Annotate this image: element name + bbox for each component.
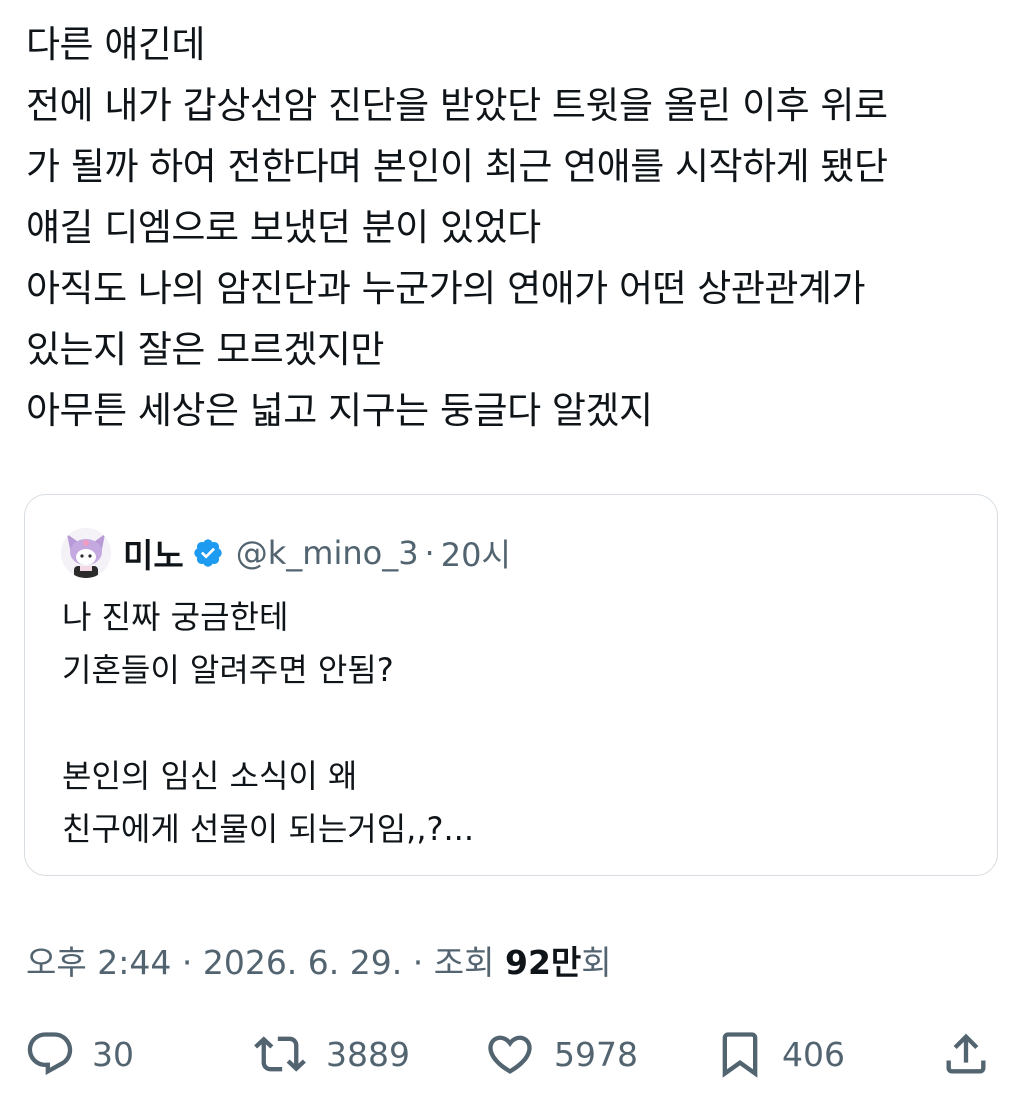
kuromi-avatar-icon[interactable]	[61, 528, 111, 578]
quoted-text-line: 나 진짜 궁금한테	[62, 598, 289, 636]
quoted-tweet-text: 나 진짜 궁금한테 기혼들이 알려주면 안됨? 본인의 임신 소식이 왜 친구에…	[62, 591, 474, 856]
quoted-author-name[interactable]: 미노	[123, 529, 184, 577]
tweet-text-line: 아무튼 세상은 넓고 지구는 둥글다 알겠지	[26, 389, 653, 432]
separator-dot: ·	[412, 943, 424, 982]
bookmark-count: 406	[782, 1034, 845, 1074]
quoted-text-line	[62, 697, 474, 750]
quoted-text-line: 기혼들이 알려주면 안됨?	[62, 651, 394, 689]
tweet-text-line: 있는지 잘은 모르겠지만	[26, 328, 384, 371]
views-count: 92만	[504, 943, 582, 982]
views-label: 조회	[433, 943, 495, 982]
reply-count: 30	[92, 1034, 134, 1074]
tweet-text-line: 얘길 디엠으로 보냈던 분이 있었다	[26, 206, 541, 249]
bookmark-icon	[722, 1032, 758, 1078]
retweet-icon	[254, 1036, 306, 1072]
tweet-text-line: 다른 얘긴데	[26, 23, 205, 66]
quoted-text-line: 친구에게 선물이 되는거임,,?...	[62, 810, 475, 848]
share-button[interactable]	[940, 1024, 992, 1084]
tweet-text-line: 전에 내가 갑상선암 진단을 받았단 트윗을 올린 이후 위로	[26, 84, 888, 127]
separator-dot: ·	[181, 943, 193, 982]
verified-badge-icon	[194, 539, 222, 567]
quoted-tweet-header: 미노 @k_mino_3 · 20시	[61, 527, 511, 579]
retweet-button[interactable]: 3889	[250, 1024, 410, 1084]
quoted-text-line: 본인의 임신 소식이 왜	[62, 757, 358, 795]
tweet-text: 다른 얘긴데 전에 내가 갑상선암 진단을 받았단 트윗을 올린 이후 위로 가…	[26, 14, 1011, 441]
bookmark-button[interactable]: 406	[714, 1024, 845, 1084]
tweet-text-line: 아직도 나의 암진단과 누군가의 연애가 어떤 상관관계가	[26, 267, 866, 310]
tweet-text-line: 가 될까 하여 전한다며 본인이 최근 연애를 시작하게 됐단	[26, 145, 888, 188]
reply-button[interactable]: 30	[24, 1024, 134, 1084]
retweet-count: 3889	[326, 1034, 410, 1074]
tweet-meta: 오후 2:44 · 2026. 6. 29. · 조회 92만회	[26, 938, 612, 988]
tweet-date[interactable]: 2026. 6. 29.	[203, 943, 402, 982]
views-suffix: 회	[581, 943, 612, 982]
action-bar: 30 3889 5978 406	[0, 1024, 1024, 1084]
tweet-time[interactable]: 오후 2:44	[26, 943, 171, 982]
share-icon	[946, 1033, 986, 1074]
quoted-tweet-card[interactable]: 미노 @k_mino_3 · 20시 나 진짜 궁금한테 기혼들이 알려주면 안…	[24, 494, 998, 876]
quoted-author-handle[interactable]: @k_mino_3	[236, 534, 419, 572]
reply-icon	[27, 1032, 73, 1076]
heart-icon	[488, 1035, 532, 1074]
like-count: 5978	[554, 1034, 638, 1074]
like-button[interactable]: 5978	[482, 1024, 638, 1084]
quoted-tweet-time[interactable]: 20시	[441, 530, 511, 576]
separator-dot: ·	[424, 534, 435, 572]
